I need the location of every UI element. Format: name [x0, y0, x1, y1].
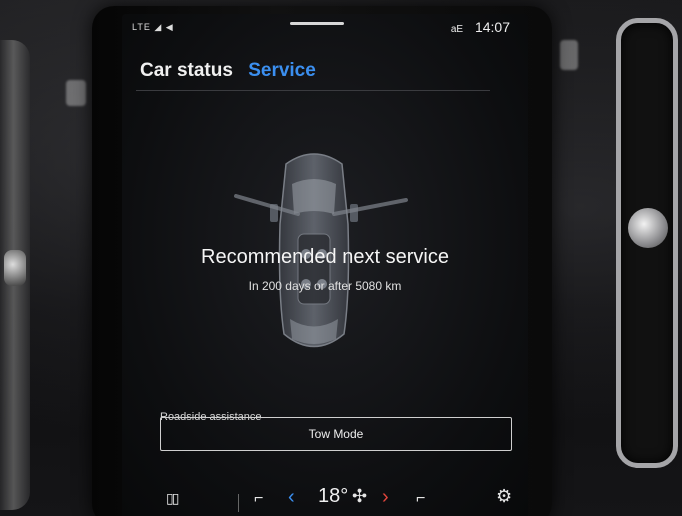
seat-heat-left-icon[interactable]: ⌐ — [254, 490, 263, 508]
light-reflection — [560, 40, 578, 70]
light-reflection — [66, 80, 86, 106]
temp-down-chevron-icon[interactable]: ‹ — [288, 486, 295, 509]
seat-heat-right-icon[interactable]: ⌐ — [416, 490, 425, 508]
infotainment-screen: LTE ◢ ◀ aE 14:07 Car status Service Reco… — [122, 14, 528, 516]
photo-background: LTE ◢ ◀ aE 14:07 Car status Service Reco… — [0, 0, 682, 516]
app-grid-icon[interactable]: ▯▯ — [166, 490, 179, 507]
tab-bar: Car status Service — [140, 60, 326, 82]
climate-divider — [238, 494, 239, 512]
fan-icon[interactable]: ✣ — [352, 486, 367, 507]
temperature-readout[interactable]: 18° — [318, 485, 348, 508]
left-vent-knob — [4, 250, 26, 286]
service-subline: In 200 days or after 5080 km — [248, 279, 402, 293]
status-right: aE 14:07 — [451, 19, 510, 35]
door-open-left-icon — [234, 194, 300, 216]
tab-service[interactable]: Service — [248, 60, 316, 82]
service-headline: Recommended next service — [201, 246, 449, 268]
bluetooth-icon: aE — [450, 24, 464, 35]
gear-icon[interactable]: ⚙ — [496, 486, 512, 507]
tab-car-status[interactable]: Car status — [140, 60, 233, 82]
pull-down-handle[interactable] — [290, 22, 344, 25]
right-vent-knob — [628, 208, 668, 248]
tab-divider — [136, 90, 490, 91]
status-bar: LTE ◢ ◀ aE 14:07 — [122, 14, 528, 40]
door-open-right-icon — [332, 198, 408, 216]
network-indicators: LTE ◢ ◀ — [132, 22, 174, 32]
temp-up-chevron-icon[interactable]: › — [382, 486, 389, 509]
tow-mode-button[interactable]: Tow Mode — [160, 417, 512, 451]
climate-bar: ▯▯ ⌐ ‹ 18° ✣ › ⌐ ⚙ — [122, 480, 528, 516]
clock: 14:07 — [474, 19, 510, 35]
